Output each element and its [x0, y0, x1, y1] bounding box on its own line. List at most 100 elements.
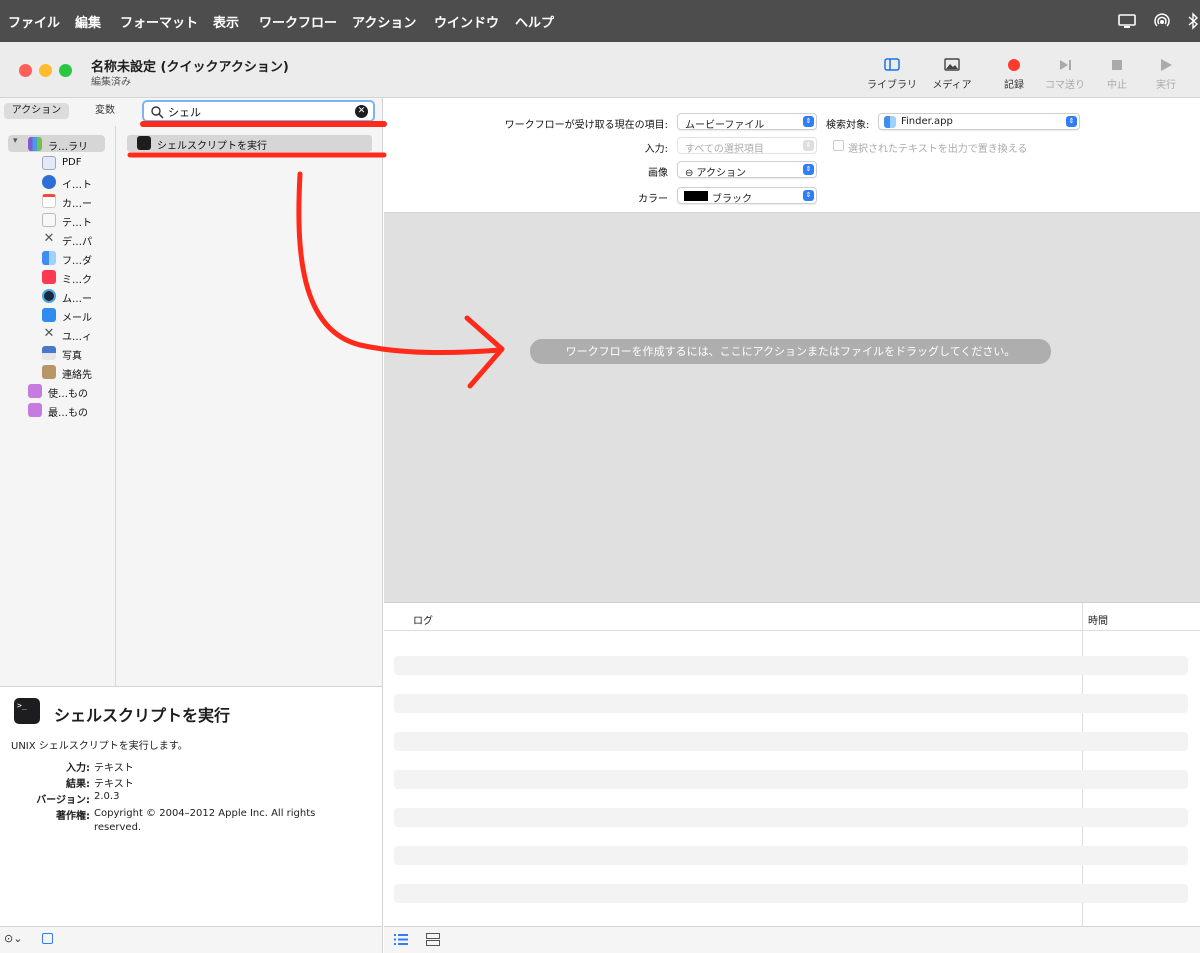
- popup-chevron-icon: ⇕: [1066, 116, 1077, 127]
- log-row: [394, 846, 1188, 865]
- finder-icon: [884, 116, 896, 128]
- display-icon[interactable]: [1117, 12, 1137, 30]
- mail-icon: [42, 308, 56, 322]
- log-row: [394, 732, 1188, 751]
- media-button[interactable]: メディア: [922, 54, 982, 94]
- color-swatch: [684, 191, 708, 201]
- calendar-icon: [42, 194, 56, 208]
- library-button[interactable]: ライブラリ: [862, 54, 922, 94]
- tab-actions[interactable]: アクション: [4, 103, 69, 119]
- input-popup[interactable]: すべての選択項目 ⇕: [677, 137, 817, 155]
- in-label: 検索対象:: [826, 120, 870, 131]
- zoom-window-button[interactable]: [59, 64, 72, 77]
- automator-window: 名称未設定 (クイックアクション) 編集済み ライブラリ メディア 記録 コマ送…: [0, 44, 1200, 953]
- color-label: カラー: [638, 194, 668, 205]
- image-label: 画像: [648, 168, 668, 179]
- menu-action[interactable]: アクション: [352, 12, 416, 31]
- workflow-footer: [384, 926, 1200, 953]
- bluetooth-icon[interactable]: [1186, 12, 1200, 30]
- library-pane: アクション 変数 ✕ ▾ ラ…ラリ PDF イ…ト: [0, 98, 383, 686]
- title-bar: 名称未設定 (クイックアクション) 編集済み ライブラリ メディア 記録 コマ送…: [0, 44, 1200, 98]
- log-row: [394, 770, 1188, 789]
- log-header: ログ 時間: [384, 603, 1200, 631]
- menu-bar: ファイル 編集 フォーマット 表示 ワークフロー アクション ウインドウ ヘルプ: [0, 0, 1200, 42]
- airdrop-icon[interactable]: [1152, 12, 1172, 30]
- action-description: >_ シェルスクリプトを実行 UNIX シェルスクリプトを実行します。 入力: …: [0, 686, 383, 926]
- sidebar-icon: [884, 58, 900, 71]
- tab-variables[interactable]: 変数: [80, 103, 130, 119]
- movie-icon: [42, 289, 56, 303]
- library-icon: [28, 137, 42, 151]
- disclosure-chevron-icon[interactable]: ▾: [13, 136, 18, 146]
- log-row: [394, 884, 1188, 903]
- library-footer: ⊙⌄: [0, 926, 383, 953]
- log-table: ログ 時間: [384, 603, 1200, 926]
- menu-workflow[interactable]: ワークフロー: [259, 12, 337, 31]
- close-window-button[interactable]: [19, 64, 32, 77]
- terminal-icon: [137, 136, 151, 150]
- receives-popup[interactable]: ムービーファイル ⇕: [677, 113, 817, 131]
- photos-icon: [42, 346, 56, 360]
- finder-icon: [42, 251, 56, 265]
- play-icon: [1161, 59, 1172, 71]
- show-description-icon[interactable]: [42, 933, 53, 944]
- step-button[interactable]: コマ送り: [1035, 54, 1095, 94]
- log-row: [394, 808, 1188, 827]
- menu-view[interactable]: 表示: [213, 12, 239, 31]
- replace-text-checkbox[interactable]: [833, 140, 844, 151]
- log-column-header[interactable]: ログ: [413, 612, 433, 627]
- minimize-window-button[interactable]: [39, 64, 52, 77]
- text-icon: [42, 213, 56, 227]
- library-tree: ▾ ラ…ラリ PDF イ…ト カ…ー テ…ト ✕ デ…パ フ…ダ ミ…ク ム…ー…: [0, 126, 116, 686]
- action-list: シェルスクリプトを実行: [117, 126, 383, 686]
- color-popup[interactable]: ブラック ⇕: [677, 187, 817, 205]
- receives-label: ワークフローが受け取る現在の項目:: [504, 120, 668, 131]
- music-icon: [42, 270, 56, 284]
- smart-folder-icon: [28, 403, 42, 417]
- image-popup[interactable]: ⊖ アクション ⇕: [677, 161, 817, 179]
- pdf-icon: [42, 156, 56, 170]
- log-row: [394, 694, 1188, 713]
- input-label: 入力:: [644, 144, 668, 155]
- terminal-icon: >_: [14, 698, 40, 724]
- in-app-popup[interactable]: Finder.app ⇕: [878, 113, 1080, 130]
- replace-text-label: 選択されたテキストを出力で置き換える: [848, 144, 1028, 155]
- log-row: [394, 656, 1188, 675]
- photo-icon: [944, 58, 960, 71]
- column-divider[interactable]: [1082, 603, 1083, 926]
- drop-hint: ワークフローを作成するには、ここにアクションまたはファイルをドラッグしてください…: [530, 339, 1051, 364]
- smart-folder-icon: [28, 384, 42, 398]
- workflow-settings: ワークフローが受け取る現在の項目: ムービーファイル ⇕ 検索対象: Finde…: [384, 98, 1200, 213]
- action-item-run-shell-script[interactable]: シェルスクリプトを実行: [127, 135, 372, 152]
- run-button[interactable]: 実行: [1136, 54, 1196, 94]
- version-value: 2.0.3: [94, 791, 120, 802]
- result-type-value: テキスト: [94, 779, 134, 790]
- menu-help[interactable]: ヘルプ: [515, 12, 554, 31]
- description-summary: UNIX シェルスクリプトを実行します。: [11, 741, 188, 752]
- clear-search-icon[interactable]: ✕: [355, 105, 368, 118]
- search-field[interactable]: ✕: [142, 100, 375, 122]
- time-column-header[interactable]: 時間: [1088, 612, 1108, 627]
- menu-edit[interactable]: 編集: [75, 12, 101, 31]
- menu-file[interactable]: ファイル: [8, 12, 60, 31]
- more-options-icon[interactable]: ⊙⌄: [4, 932, 22, 945]
- search-icon: [151, 106, 164, 119]
- list-view-icon[interactable]: [394, 933, 408, 946]
- workflow-canvas[interactable]: ワークフローを作成するには、ここにアクションまたはファイルをドラッグしてください…: [384, 213, 1200, 603]
- search-input[interactable]: [168, 104, 348, 119]
- popup-chevron-icon: ⇕: [803, 116, 814, 127]
- menu-format[interactable]: フォーマット: [120, 12, 198, 31]
- popup-chevron-icon: ⇕: [803, 140, 814, 151]
- contacts-icon: [42, 365, 56, 379]
- internet-icon: [42, 175, 56, 189]
- popup-chevron-icon: ⇕: [803, 164, 814, 175]
- step-icon: [1060, 60, 1071, 70]
- menu-window[interactable]: ウインドウ: [434, 12, 499, 31]
- window-subtitle: 編集済み: [91, 77, 131, 88]
- description-title: シェルスクリプトを実行: [54, 706, 231, 725]
- split-view-icon[interactable]: [426, 933, 440, 946]
- utilities-icon: ✕: [43, 326, 55, 341]
- input-type-value: テキスト: [94, 763, 134, 774]
- developer-icon: ✕: [43, 231, 55, 246]
- popup-chevron-icon: ⇕: [803, 190, 814, 201]
